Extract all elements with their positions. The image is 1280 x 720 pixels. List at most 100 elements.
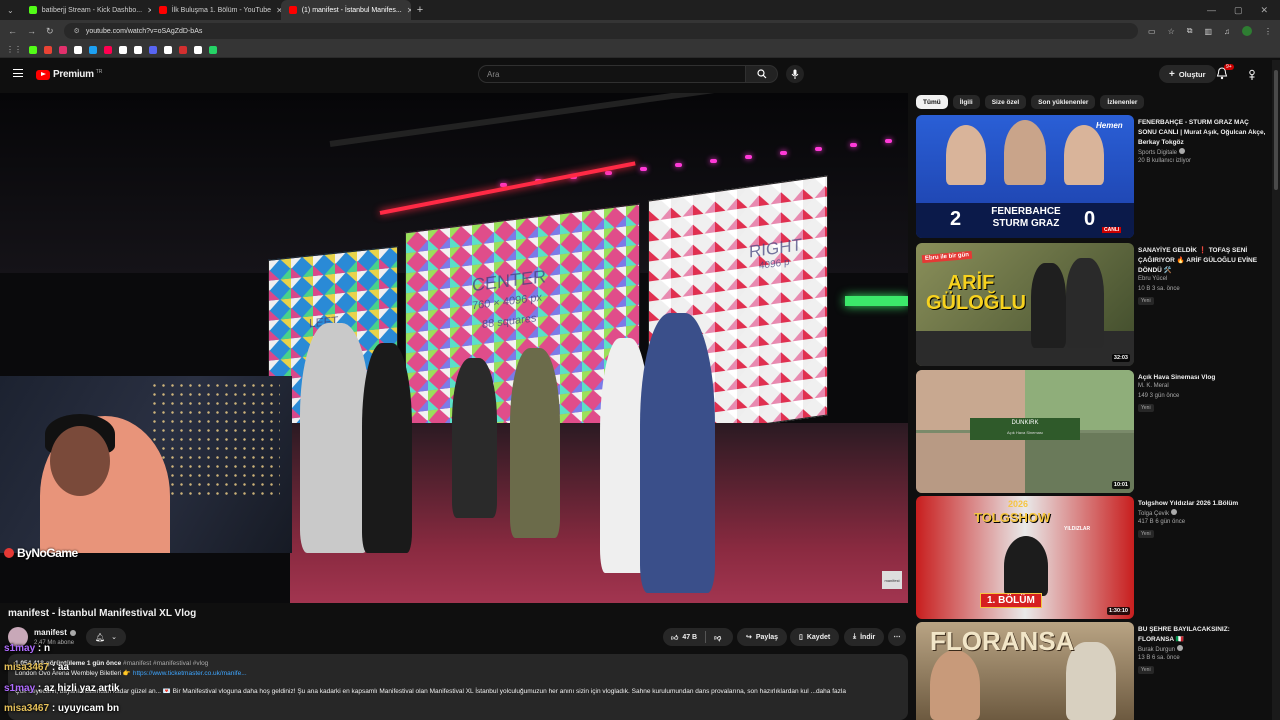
youtube-icon xyxy=(288,6,297,14)
performer xyxy=(452,358,497,518)
chat-text: : n xyxy=(37,643,51,654)
maximize-icon[interactable]: ▢ xyxy=(1234,5,1243,16)
video-thumbnail[interactable]: DUNKIRK Açık Hava Sineması 10:01 xyxy=(916,370,1134,493)
bookmark-icon[interactable] xyxy=(29,45,37,54)
video-thumbnail[interactable]: Ebru ile bir gün ARİF GÜLOĞLU 32:03 xyxy=(916,243,1134,366)
share-button[interactable]: ↪ Paylaş xyxy=(737,628,788,646)
description-link[interactable]: https://www.ticketmaster.co.uk/manife... xyxy=(133,670,247,677)
search-input[interactable] xyxy=(478,65,746,83)
tab-search-icon[interactable]: ⌄ xyxy=(0,6,21,15)
pink-light xyxy=(885,139,892,143)
close-icon[interactable]: ✕ xyxy=(407,6,411,15)
rec-title[interactable]: BU ŞEHRE BAYILACAKSINIZ: FLORANSA 🇮🇹 xyxy=(1138,625,1266,645)
like-button[interactable]: 👍︎ 47 B xyxy=(663,631,707,643)
url-field[interactable]: ⚙ youtube.com/watch?v=oSAgZdD-bAs xyxy=(63,23,1138,39)
site-info-icon[interactable]: ⚙ xyxy=(74,27,80,35)
hashtags[interactable]: #manifest #manifestival #vlog xyxy=(123,660,208,667)
video-thumbnail[interactable]: 2026 TOLGSHOW YILDIZLAR 1. BÖLÜM 1:30:10 xyxy=(916,496,1134,619)
hamburger-menu-icon[interactable] xyxy=(13,69,23,77)
channel-name[interactable]: manifest xyxy=(34,628,76,637)
pink-light xyxy=(850,143,857,147)
recommendation-item[interactable]: Ebru ile bir gün ARİF GÜLOĞLU 32:03 SANA… xyxy=(916,243,1266,366)
rec-title[interactable]: SANAYİYE GELDİK ❗️ TOFAŞ SENİ ÇAĞIRIYOR … xyxy=(1138,246,1266,276)
forward-icon[interactable]: → xyxy=(27,26,36,36)
chat-username: misa3467 xyxy=(4,662,50,673)
rec-channel[interactable]: Ebru Yücel xyxy=(1138,276,1167,282)
minimize-icon[interactable]: — xyxy=(1207,5,1216,16)
save-button[interactable]: ▯ Kaydet xyxy=(790,628,840,646)
search-button[interactable] xyxy=(746,65,778,83)
subscribe-bell-button[interactable]: 🔔︎ ⌄ xyxy=(86,628,126,646)
bookmark-icon[interactable] xyxy=(89,45,97,54)
bookmark-icon[interactable] xyxy=(164,45,172,54)
browser-tab[interactable]: batiberjj Stream - Kick Dashbo... ✕ xyxy=(21,0,151,20)
tab-title: (1) manifest - İstanbul Manifes... xyxy=(301,6,402,14)
profile-avatar[interactable] xyxy=(1242,26,1253,36)
bookmark-icon[interactable] xyxy=(119,45,127,54)
rec-title[interactable]: FENERBAHÇE - STURM GRAZ MAÇ SONU CANLI |… xyxy=(1138,118,1266,148)
new-tab-button[interactable]: + xyxy=(411,4,429,16)
chip-all[interactable]: Tümü xyxy=(916,95,948,109)
more-actions-button[interactable]: ⋯ xyxy=(888,628,906,646)
rec-meta: 20 B kullanıcı izliyor xyxy=(1138,158,1192,164)
bookmark-icon[interactable] xyxy=(44,45,52,54)
recommendation-item[interactable]: DUNKIRK Açık Hava Sineması 10:01 Açık Ha… xyxy=(916,370,1266,493)
extensions-icon[interactable]: ⧉ xyxy=(1187,26,1193,36)
close-window-icon[interactable]: ✕ xyxy=(1260,5,1268,16)
browser-tab-active[interactable]: (1) manifest - İstanbul Manifes... ✕ xyxy=(280,0,411,20)
rec-channel[interactable]: Burak Durgun xyxy=(1138,645,1183,653)
thumb-tile xyxy=(916,433,1025,493)
window-controls: — ▢ ✕ xyxy=(1207,5,1280,16)
chat-message: misa3467 : aa xyxy=(4,662,69,673)
reload-icon[interactable]: ↻ xyxy=(46,26,54,37)
rec-title[interactable]: Tolgshow Yıldızlar 2026 1.Bölüm xyxy=(1138,499,1266,509)
menu-icon[interactable]: ⋮ xyxy=(1264,27,1272,36)
bookmark-icon[interactable] xyxy=(179,45,187,54)
chevron-down-icon: ⌄ xyxy=(111,634,118,641)
media-icon[interactable]: ♫ xyxy=(1224,27,1230,36)
dislike-button[interactable]: 👎︎ xyxy=(706,633,729,642)
thumbs-down-icon: 👎︎ xyxy=(714,634,722,642)
apps-icon[interactable]: ⋮⋮ xyxy=(6,45,22,54)
download-button[interactable]: ⤓ İndir xyxy=(844,628,885,646)
chip-for-you[interactable]: Size özel xyxy=(984,95,1027,109)
bookmark-icon[interactable] xyxy=(149,45,157,54)
chat-message: s1may : n xyxy=(4,643,50,654)
rec-channel[interactable]: M. K. Meral xyxy=(1138,383,1169,389)
video-description[interactable]: 1.054.418 görüntüleme 1 gün önce #manife… xyxy=(8,654,908,720)
bookmark-icon[interactable] xyxy=(104,45,112,54)
rec-channel[interactable]: Sports Digitale xyxy=(1138,148,1185,156)
back-icon[interactable]: ← xyxy=(8,26,17,36)
browser-tab[interactable]: İlk Buluşma 1. Bölüm - YouTube ✕ xyxy=(151,0,281,20)
scrollbar-thumb[interactable] xyxy=(1274,70,1278,190)
video-thumbnail[interactable]: FLORANSA xyxy=(916,622,1134,720)
cast-icon[interactable]: ▭ xyxy=(1148,27,1156,36)
recommendation-item[interactable]: FENERBAHCE STURM GRAZ 2 0 Hemen CANLI FE… xyxy=(916,115,1266,238)
upload-date: 1 gün önce xyxy=(86,660,122,667)
thumb-person xyxy=(1004,120,1046,185)
bookmark-icon[interactable] xyxy=(59,45,67,54)
youtube-logo[interactable]: Premium TR xyxy=(36,69,102,80)
bookmark-icon[interactable] xyxy=(134,45,142,54)
bookmark-icon[interactable] xyxy=(209,45,217,54)
voice-search-button[interactable] xyxy=(786,65,804,83)
chip-watched[interactable]: İzlenenler xyxy=(1100,95,1145,109)
performer xyxy=(300,323,370,553)
rec-channel[interactable]: Tolga Çevik xyxy=(1138,509,1177,517)
chip-related[interactable]: İlgili xyxy=(952,95,980,109)
video-player[interactable]: LEFT CENTER 760 × 4096 px 88 squares RIG… xyxy=(0,93,908,603)
recommendation-item[interactable]: 2026 TOLGSHOW YILDIZLAR 1. BÖLÜM 1:30:10… xyxy=(916,496,1266,619)
page-scrollbar[interactable] xyxy=(1272,60,1280,720)
account-avatar[interactable] xyxy=(1246,68,1258,80)
video-thumbnail[interactable]: FENERBAHCE STURM GRAZ 2 0 Hemen CANLI xyxy=(916,115,1134,238)
channel-watermark[interactable]: manifest xyxy=(882,571,902,589)
sidebar-icon[interactable]: ▥ xyxy=(1204,27,1212,36)
bookmark-star-icon[interactable]: ☆ xyxy=(1168,27,1175,36)
recommendation-item[interactable]: FLORANSA BU ŞEHRE BAYILACAKSINIZ: FLORAN… xyxy=(916,622,1266,720)
bookmark-icon[interactable] xyxy=(194,45,202,54)
chip-recent[interactable]: Son yüklenenler xyxy=(1031,95,1096,109)
create-button[interactable]: + Oluştur xyxy=(1159,65,1216,83)
bookmark-icon[interactable] xyxy=(74,45,82,54)
notifications-button[interactable]: 9+ xyxy=(1216,64,1234,81)
rec-title[interactable]: Açık Hava Sineması Vlog xyxy=(1138,373,1266,383)
